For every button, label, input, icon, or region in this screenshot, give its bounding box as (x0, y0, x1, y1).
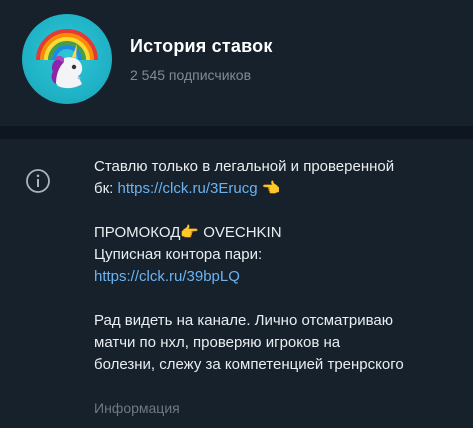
info-circle-icon (26, 169, 50, 193)
promo-line: ПРОМОКОД👉 OVECHKIN (94, 222, 464, 244)
referral-link[interactable]: https://clck.ru/3Erucg (118, 180, 258, 197)
pointing-right-emoji: 👉 (180, 224, 200, 241)
description-line: матчи по нхл, проверяю игроков на (94, 334, 341, 351)
channel-description: Ставлю только в легальной и проверенной … (94, 156, 464, 376)
description-line: бк: https://clck.ru/3Erucg 👈 (94, 178, 464, 200)
pointing-left-emoji: 👈 (261, 180, 281, 197)
info-caption: Информация (94, 400, 180, 416)
channel-avatar[interactable] (22, 14, 112, 104)
channel-header: История ставок 2 545 подписчиков (0, 0, 473, 134)
promo-code: OVECHKIN (199, 224, 282, 241)
description-line: Цуписная контора пари: (94, 246, 263, 263)
description-text: бк: (94, 180, 118, 197)
description-line: болезни, слежу за компетенцией тренрског… (94, 356, 404, 373)
channel-title: История ставок (130, 36, 273, 56)
channel-info-panel: История ставок 2 545 подписчиков Ставлю … (0, 0, 473, 428)
subscriber-count: 2 545 подписчиков (130, 67, 252, 83)
section-divider (0, 126, 473, 139)
referral-link[interactable]: https://clck.ru/39bpLQ (94, 266, 464, 288)
promo-label: ПРОМОКОД (94, 224, 181, 241)
description-line: Рад видеть на канале. Лично отсматриваю (94, 312, 394, 329)
description-line: Ставлю только в легальной и проверенной (94, 158, 395, 175)
unicorn-rainbow-icon (36, 29, 98, 89)
